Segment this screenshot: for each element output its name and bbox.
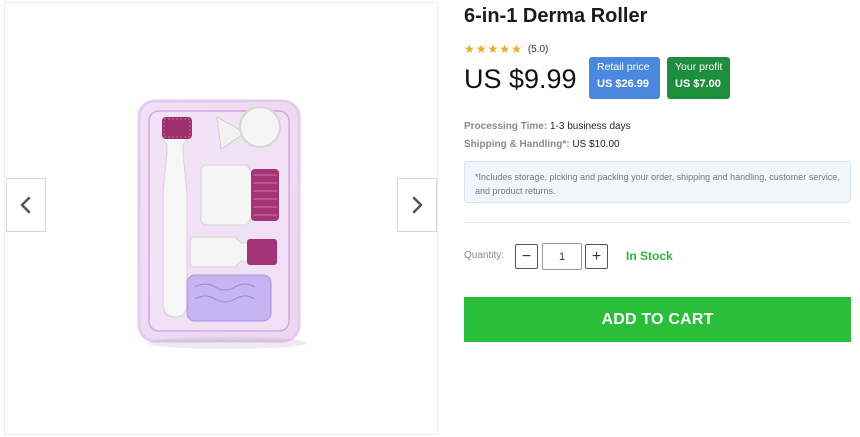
product-title: 6-in-1 Derma Roller [464,5,648,27]
star-icon: ★ [499,42,511,56]
gallery-prev-button[interactable] [6,178,46,232]
quantity-label: Quantity: [464,250,505,261]
processing-time: Processing Time: 1-3 business days [464,121,631,132]
profit-value: US $7.00 [675,78,721,90]
rating-value: (5.0) [527,43,549,55]
profit-badge: Your profit US $7.00 [667,57,730,99]
shipping-handling: Shipping & Handling*: US $10.00 [464,139,620,150]
shipping-note: *Includes storage, picking and packing y… [464,161,851,203]
chevron-right-icon [412,196,423,214]
product-image [137,99,307,349]
divider [464,222,851,223]
gallery-next-button[interactable] [397,178,437,232]
quantity-decrease-button[interactable]: − [515,244,538,269]
star-icon: ★ [475,42,487,56]
profit-label: Your profit [675,61,723,73]
processing-time-value: 1-3 business days [547,121,631,132]
stock-status: In Stock [626,249,673,263]
product-info: 6-in-1 Derma Roller ★ ★ ★ ★ ★ (5.0) US $… [464,0,854,437]
star-icon: ★ [464,42,475,56]
shipping-value: US $10.00 [569,139,620,150]
shipping-label: Shipping & Handling*: [464,139,570,150]
rating: ★ ★ ★ ★ ★ (5.0) [464,43,548,55]
processing-time-label: Processing Time: [464,121,548,132]
product-price: US $9.99 [464,64,577,94]
retail-price-label: Retail price [597,61,650,73]
retail-price-badge: Retail price US $26.99 [589,57,660,99]
star-icon: ★ [511,42,522,56]
star-icon: ★ [487,42,499,56]
retail-price-value: US $26.99 [597,78,649,90]
product-gallery [4,2,438,435]
quantity-increase-button[interactable]: + [585,244,608,269]
quantity-input[interactable] [542,243,582,270]
add-to-cart-button[interactable]: ADD TO CART [464,297,851,342]
chevron-left-icon [20,196,31,214]
star-rating: ★ ★ ★ ★ ★ [464,43,522,55]
